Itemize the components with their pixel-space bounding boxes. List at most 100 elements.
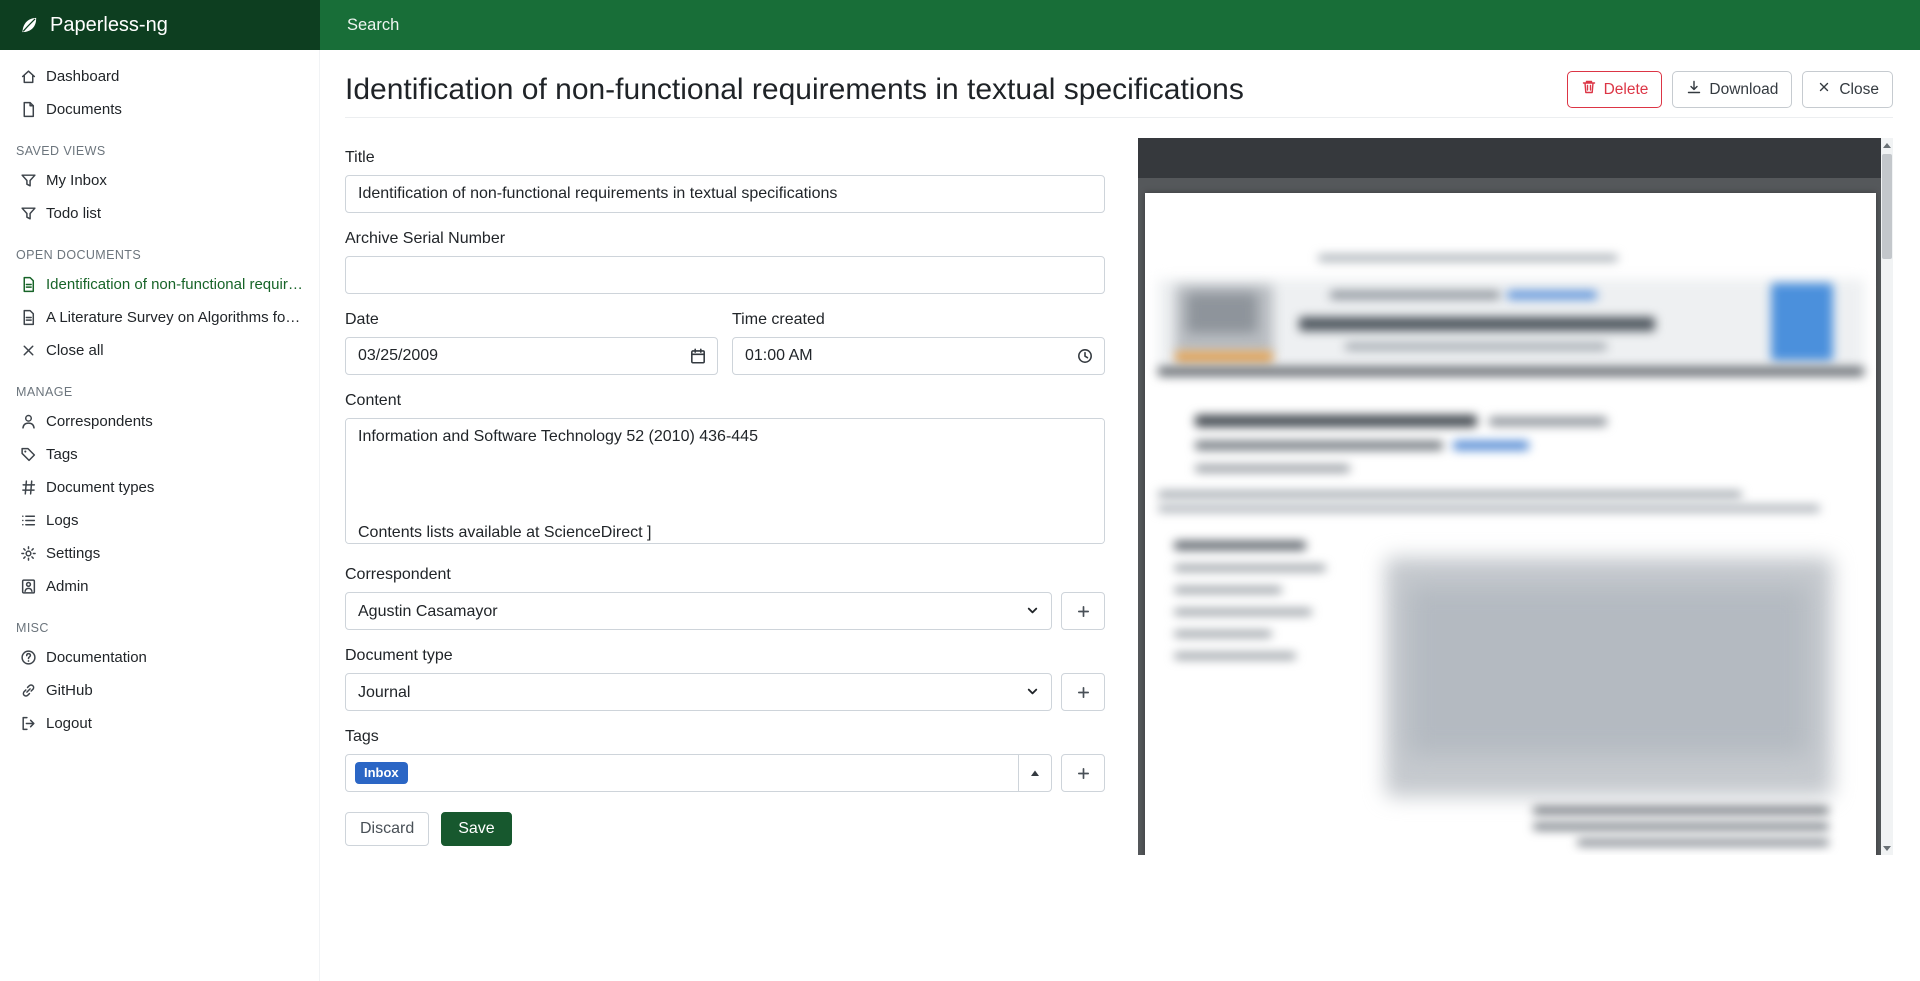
tag-icon bbox=[20, 446, 37, 463]
blur-shape bbox=[1195, 465, 1350, 472]
add-document-type-button[interactable] bbox=[1061, 673, 1105, 711]
blur-shape bbox=[1174, 587, 1282, 593]
download-button[interactable]: Download bbox=[1672, 71, 1792, 108]
scrollbar-down-arrow[interactable] bbox=[1881, 841, 1893, 855]
clock-icon[interactable] bbox=[1076, 347, 1094, 365]
search-input[interactable] bbox=[345, 15, 945, 36]
sidebar: Dashboard Documents SAVED VIEWS My Inbox… bbox=[0, 50, 320, 981]
sidebar-item-logs[interactable]: Logs bbox=[0, 504, 319, 537]
sidebar-item-logout[interactable]: Logout bbox=[0, 707, 319, 740]
file-text-icon bbox=[20, 309, 37, 326]
plus-icon bbox=[1076, 604, 1091, 619]
hash-icon bbox=[20, 479, 37, 496]
question-circle-icon bbox=[20, 649, 37, 666]
sidebar-item-todo-list[interactable]: Todo list bbox=[0, 197, 319, 230]
topbar: Paperless-ng bbox=[0, 0, 1920, 50]
caret-up-icon bbox=[1030, 769, 1040, 777]
sidebar-item-label: A Literature Survey on Algorithms for Mu… bbox=[46, 309, 305, 326]
sidebar-item-my-inbox[interactable]: My Inbox bbox=[0, 164, 319, 197]
document-type-label: Document type bbox=[345, 647, 1105, 665]
sidebar-item-correspondents[interactable]: Correspondents bbox=[0, 405, 319, 438]
pdf-scrollbar bbox=[1881, 138, 1893, 855]
blur-shape bbox=[1771, 283, 1833, 361]
document-type-select[interactable]: Journal bbox=[345, 673, 1052, 711]
blur-shape bbox=[1330, 291, 1500, 299]
correspondent-select[interactable]: Agustin Casamayor bbox=[345, 592, 1052, 630]
sidebar-section-open-documents: OPEN DOCUMENTS bbox=[0, 230, 319, 268]
blur-shape bbox=[1533, 823, 1829, 830]
content-textarea[interactable]: Information and Software Technology 52 (… bbox=[345, 418, 1105, 544]
calendar-icon[interactable] bbox=[689, 347, 707, 365]
filter-icon bbox=[20, 172, 37, 189]
date-input[interactable] bbox=[345, 337, 718, 375]
search-bar bbox=[320, 0, 1920, 50]
sidebar-item-label: Documentation bbox=[46, 649, 305, 666]
sidebar-open-document-1[interactable]: Identification of non-functional require… bbox=[0, 268, 319, 301]
plus-icon bbox=[1076, 685, 1091, 700]
blur-shape bbox=[1175, 351, 1273, 363]
blur-shape bbox=[1187, 293, 1257, 333]
blur-shape bbox=[1577, 839, 1829, 846]
admin-badge-icon bbox=[20, 578, 37, 595]
date-label: Date bbox=[345, 311, 718, 329]
blur-shape bbox=[1299, 317, 1655, 331]
blur-shape bbox=[1158, 505, 1820, 512]
blur-shape bbox=[1195, 441, 1443, 450]
sidebar-item-settings[interactable]: Settings bbox=[0, 537, 319, 570]
scrollbar-up-arrow[interactable] bbox=[1881, 138, 1893, 152]
sidebar-item-github[interactable]: GitHub bbox=[0, 674, 319, 707]
app-brand[interactable]: Paperless-ng bbox=[0, 0, 320, 50]
add-tag-button[interactable] bbox=[1061, 754, 1105, 792]
sidebar-item-label: Settings bbox=[46, 545, 305, 562]
sidebar-item-documentation[interactable]: Documentation bbox=[0, 641, 319, 674]
leaf-logo-icon bbox=[18, 14, 40, 36]
delete-button[interactable]: Delete bbox=[1567, 71, 1663, 108]
scrollbar-thumb[interactable] bbox=[1882, 154, 1892, 259]
pdf-toolbar bbox=[1138, 138, 1881, 178]
blur-shape bbox=[1345, 343, 1607, 350]
sidebar-item-dashboard[interactable]: Dashboard bbox=[0, 60, 319, 93]
file-text-icon bbox=[20, 276, 37, 293]
discard-button[interactable]: Discard bbox=[345, 812, 429, 846]
blur-shape bbox=[1453, 441, 1529, 450]
title-input[interactable] bbox=[345, 175, 1105, 213]
blur-shape bbox=[1318, 255, 1618, 261]
sidebar-section-manage: MANAGE bbox=[0, 367, 319, 405]
app-brand-label: Paperless-ng bbox=[50, 14, 168, 37]
sidebar-item-document-types[interactable]: Document types bbox=[0, 471, 319, 504]
main-content: Identification of non-functional require… bbox=[320, 50, 1920, 981]
sidebar-item-admin[interactable]: Admin bbox=[0, 570, 319, 603]
trash-icon bbox=[1581, 79, 1597, 100]
add-correspondent-button[interactable] bbox=[1061, 592, 1105, 630]
close-button-label: Close bbox=[1839, 81, 1879, 99]
blur-shape bbox=[1174, 653, 1296, 659]
download-button-label: Download bbox=[1709, 81, 1778, 99]
content-label: Content bbox=[345, 392, 1105, 410]
tags-label: Tags bbox=[345, 728, 1105, 746]
blur-shape bbox=[1407, 585, 1809, 755]
sidebar-item-tags[interactable]: Tags bbox=[0, 438, 319, 471]
download-icon bbox=[1686, 79, 1702, 100]
document-header: Identification of non-functional require… bbox=[345, 71, 1893, 118]
sidebar-item-close-all[interactable]: Close all bbox=[0, 334, 319, 367]
blur-shape bbox=[1195, 415, 1477, 427]
sidebar-item-label: Logout bbox=[46, 715, 305, 732]
home-icon bbox=[20, 68, 37, 85]
blur-shape bbox=[1174, 609, 1312, 615]
pdf-preview bbox=[1138, 138, 1893, 855]
sidebar-item-label: Todo list bbox=[46, 205, 305, 222]
save-button[interactable]: Save bbox=[441, 812, 511, 846]
sidebar-open-document-2[interactable]: A Literature Survey on Algorithms for Mu… bbox=[0, 301, 319, 334]
sidebar-section-misc: MISC bbox=[0, 603, 319, 641]
close-button[interactable]: Close bbox=[1802, 71, 1893, 108]
sidebar-item-label: My Inbox bbox=[46, 172, 305, 189]
pdf-viewer-body bbox=[1138, 178, 1881, 855]
tags-input[interactable]: Inbox bbox=[345, 754, 1019, 792]
tags-dropdown-toggle[interactable] bbox=[1018, 754, 1052, 792]
tag-badge-inbox[interactable]: Inbox bbox=[355, 762, 408, 784]
time-input[interactable] bbox=[732, 337, 1105, 375]
sidebar-item-documents[interactable]: Documents bbox=[0, 93, 319, 126]
title-label: Title bbox=[345, 149, 1105, 167]
asn-input[interactable] bbox=[345, 256, 1105, 294]
sidebar-item-label: GitHub bbox=[46, 682, 305, 699]
